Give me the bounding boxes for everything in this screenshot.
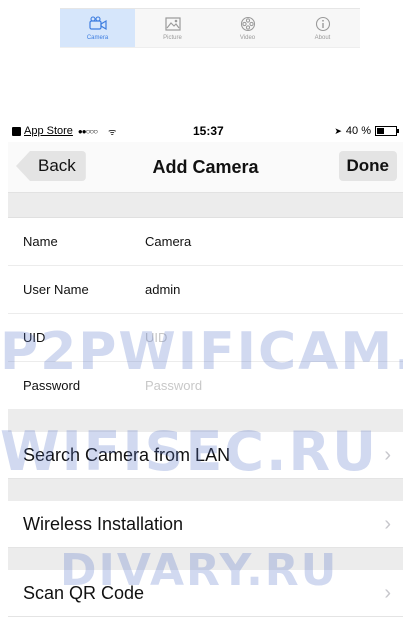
username-field-row: User Name admin [8,266,403,314]
search-camera-lan-row[interactable]: Search Camera from LAN › [8,432,403,479]
chevron-right-icon: › [384,581,391,604]
section-separator [8,193,403,218]
info-icon [315,16,330,31]
app-store-icon [12,126,21,136]
name-label: Name [23,234,58,249]
tab-picture[interactable]: Picture [135,9,210,47]
chevron-right-icon: › [384,443,391,466]
password-input[interactable]: Password [145,378,202,393]
battery-icon [375,126,399,136]
video-reel-icon [240,16,255,31]
picture-icon [164,16,181,31]
status-time: 15:37 [193,124,224,138]
status-bar: App Store ●●○○○ ᯤ 15:37 ➤ 40 % [8,120,403,142]
navigation-bar: Back Add Camera Done [8,142,403,193]
location-arrow-icon: ➤ [334,125,342,136]
username-input[interactable]: admin [145,282,180,297]
tab-video-label: Video [239,34,256,41]
uid-field-row: UID UID [8,314,403,362]
password-label: Password [23,378,81,393]
status-carrier[interactable]: App Store [24,125,73,137]
chevron-right-icon: › [384,512,391,535]
tab-about-label: About [314,34,331,41]
battery-percent: 40 % [345,125,371,137]
camera-icon [88,15,107,30]
wifi-icon: ᯤ [108,126,117,137]
scan-qr-code-label: Scan QR Code [23,582,145,603]
bottom-tab-bar: Camera Picture Video About [60,8,360,48]
wireless-installation-label: Wireless Installation [23,513,184,534]
done-button[interactable]: Done [338,151,397,181]
section-separator [8,479,403,501]
password-field-row: Password Password [8,362,403,410]
phone-screen: App Store ●●○○○ ᯤ 15:37 ➤ 40 % Back Add … [8,120,403,617]
tab-camera-label: Camera [86,34,109,41]
signal-icon: ●●○○○ [77,126,98,136]
tab-about[interactable]: About [285,9,360,47]
username-label: User Name [23,282,89,297]
name-input[interactable]: Camera [145,234,191,249]
tab-picture-label: Picture [163,34,182,41]
search-camera-lan-label: Search Camera from LAN [23,444,231,465]
tab-camera[interactable]: Camera [60,9,135,47]
section-separator [8,548,403,570]
name-field-row: Name Camera [8,218,403,266]
uid-input[interactable]: UID [145,330,167,345]
tab-video[interactable]: Video [210,9,285,47]
wireless-installation-row[interactable]: Wireless Installation › [8,501,403,548]
section-separator [8,410,403,432]
uid-label: UID [23,330,46,345]
scan-qr-code-row[interactable]: Scan QR Code › [8,570,403,617]
